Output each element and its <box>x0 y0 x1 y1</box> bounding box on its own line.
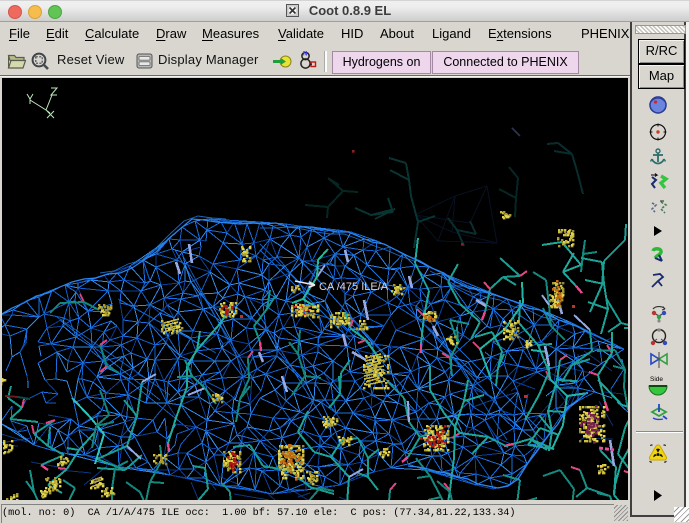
svg-text:N: N <box>303 52 307 58</box>
svg-text:Side: Side <box>650 376 663 383</box>
svg-text:CA /475 ILE/A: CA /475 ILE/A <box>319 281 389 293</box>
